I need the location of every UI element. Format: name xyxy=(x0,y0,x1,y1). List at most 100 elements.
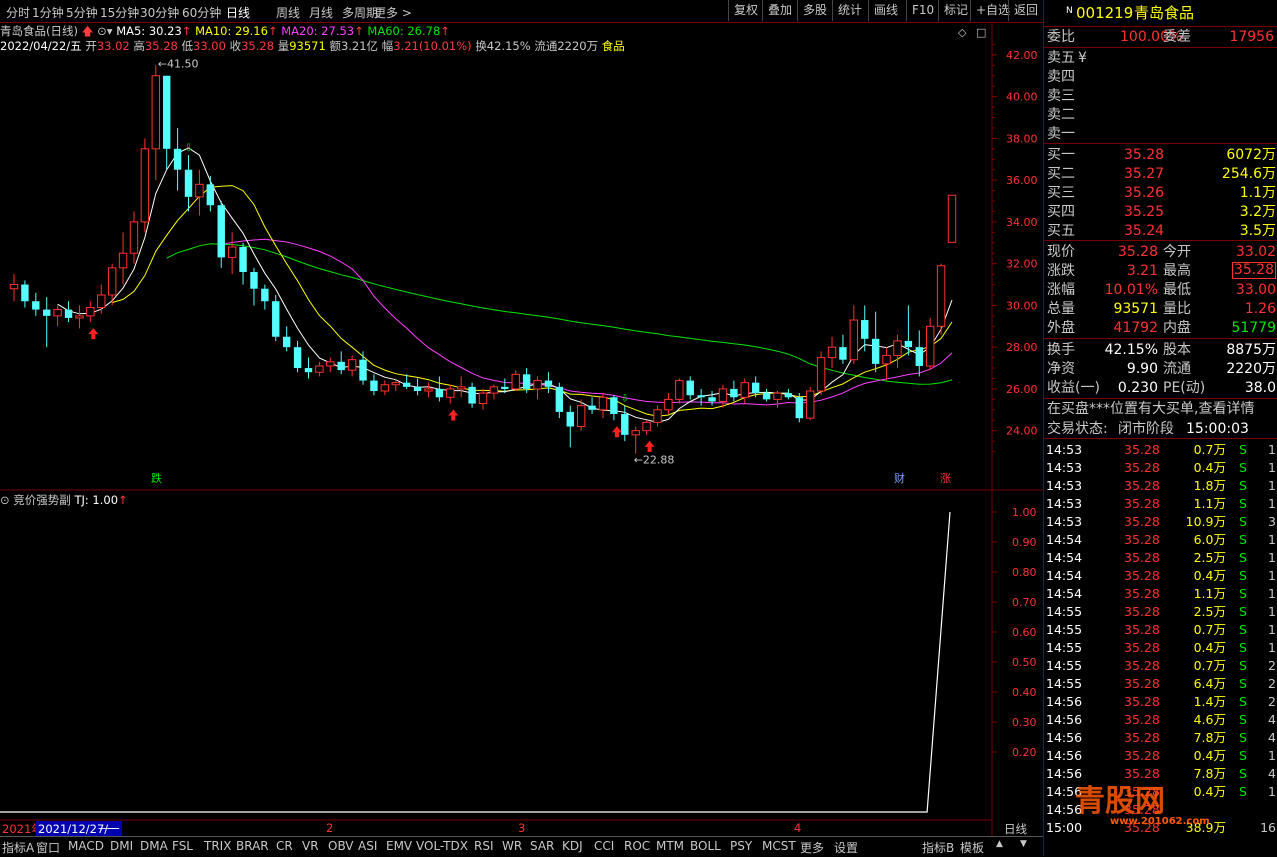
buy-level-row[interactable]: 买一 35.28 6072万 xyxy=(1046,146,1276,164)
candle[interactable] xyxy=(947,194,957,243)
toolbar-button-1[interactable]: 叠加 xyxy=(762,0,797,21)
toolbar-button-0[interactable]: 复权 xyxy=(728,0,763,21)
indicator-tab-4[interactable]: DMA xyxy=(140,839,168,853)
indicator-tab-9[interactable]: VR xyxy=(302,839,319,853)
indicator-tab-5[interactable]: FSL xyxy=(172,839,193,853)
indicator-tab-6[interactable]: TRIX xyxy=(204,839,231,853)
candle[interactable] xyxy=(718,384,728,408)
toolbar-button-6[interactable]: 标记 xyxy=(938,0,973,21)
period-tab-5[interactable]: 60分钟 xyxy=(182,4,221,21)
candle[interactable] xyxy=(250,267,258,306)
period-tab-8[interactable]: 月线 xyxy=(309,4,333,21)
candle[interactable] xyxy=(97,284,106,314)
period-tab-3[interactable]: 15分钟 xyxy=(100,4,139,21)
period-tab-2[interactable]: 5分钟 xyxy=(66,4,98,21)
candle[interactable] xyxy=(697,388,705,406)
toolbar-button-3[interactable]: 统计 xyxy=(832,0,867,21)
candle[interactable] xyxy=(664,393,673,414)
stock-code[interactable]: 001219 xyxy=(1076,4,1133,22)
kline-chart[interactable]: 42.00 40.00 38.00 36.00 34.00 32.00 30.00 28.00… xyxy=(0,22,1043,836)
buy-level-row[interactable]: 买二 35.27 254.6万 xyxy=(1046,165,1276,183)
candle[interactable] xyxy=(925,317,935,371)
indicator-tab-25[interactable]: 设置 xyxy=(834,839,858,856)
indicator-menu-icon[interactable]: ⊙ xyxy=(0,493,10,507)
candle[interactable] xyxy=(272,294,280,341)
candle[interactable] xyxy=(610,395,618,421)
scroll-up-icon[interactable]: ▲ xyxy=(996,839,1003,849)
candle[interactable] xyxy=(424,382,433,398)
candle[interactable] xyxy=(129,211,139,264)
period-tab-1[interactable]: 1分钟 xyxy=(32,4,64,21)
candle[interactable] xyxy=(806,386,815,421)
indicator-tab-2[interactable]: MACD xyxy=(68,839,104,853)
candle[interactable] xyxy=(184,155,193,212)
candle[interactable] xyxy=(326,357,335,373)
indicator-tab-22[interactable]: PSY xyxy=(730,839,752,853)
candle[interactable] xyxy=(359,351,367,385)
candle[interactable] xyxy=(588,397,596,414)
candle[interactable] xyxy=(784,388,793,400)
candle[interactable] xyxy=(621,405,629,442)
toolbar-button-2[interactable]: 多股 xyxy=(797,0,832,21)
toolbar-button-4[interactable]: 画线 xyxy=(868,0,903,21)
toolbar-button-8[interactable]: 返回 xyxy=(1008,0,1043,21)
candle[interactable] xyxy=(293,340,302,373)
candle[interactable] xyxy=(555,382,564,419)
candle[interactable] xyxy=(86,301,95,323)
big-order-notice[interactable]: 在买盘***位置有大买单,查看详情 xyxy=(1046,400,1276,418)
candle[interactable] xyxy=(173,127,182,191)
candle[interactable] xyxy=(686,376,694,400)
candle[interactable] xyxy=(631,426,640,454)
candle[interactable] xyxy=(227,232,237,275)
candle[interactable] xyxy=(478,388,488,410)
candle[interactable] xyxy=(435,376,444,402)
candle[interactable] xyxy=(544,372,553,394)
candle[interactable] xyxy=(730,380,738,402)
candle[interactable] xyxy=(936,263,946,335)
indicator-tab-13[interactable]: VOL-TDX xyxy=(416,839,468,853)
candle[interactable] xyxy=(195,169,204,216)
candle[interactable] xyxy=(9,274,19,302)
indicator-tab-16[interactable]: SAR xyxy=(530,839,554,853)
candle[interactable] xyxy=(740,378,749,404)
candle[interactable] xyxy=(871,311,880,373)
candle[interactable] xyxy=(708,391,716,406)
candle[interactable] xyxy=(21,280,29,308)
candle[interactable] xyxy=(107,263,117,306)
tag-zhang[interactable]: 涨 xyxy=(940,472,951,485)
candle[interactable] xyxy=(43,297,51,348)
indicator-tab-23[interactable]: MCST xyxy=(762,839,796,853)
candle[interactable] xyxy=(64,301,73,323)
buy-level-row[interactable]: 买五 35.24 3.5万 xyxy=(1046,222,1276,240)
candle[interactable] xyxy=(206,175,215,212)
candle[interactable] xyxy=(511,370,520,392)
indicator-tab-15[interactable]: WR xyxy=(502,839,522,853)
candle[interactable] xyxy=(816,351,826,396)
candle[interactable] xyxy=(380,380,390,396)
stock-name[interactable]: 青岛食品 xyxy=(1134,4,1194,22)
candle[interactable] xyxy=(642,420,651,435)
candle[interactable] xyxy=(653,405,662,427)
period-tab-6[interactable]: 日线 xyxy=(226,4,250,21)
scroll-down-icon[interactable]: ▼ xyxy=(1020,839,1027,849)
indicator-tab-8[interactable]: CR xyxy=(276,839,293,853)
indicator-tab-19[interactable]: ROC xyxy=(624,839,650,853)
indicator-tab-0[interactable]: 指标A xyxy=(2,839,34,856)
candle[interactable] xyxy=(827,336,837,369)
candle[interactable] xyxy=(489,384,499,400)
indicator-name[interactable]: 竞价强势副 xyxy=(13,493,71,507)
tag-cai[interactable]: 财 xyxy=(894,471,905,485)
diamond-icon[interactable]: ◇ xyxy=(958,26,967,39)
period-tab-4[interactable]: 30分钟 xyxy=(140,4,179,21)
toolbar-button-5[interactable]: F10 xyxy=(906,0,939,21)
candle[interactable] xyxy=(795,393,804,423)
period-tab-7[interactable]: 周线 xyxy=(276,4,300,21)
period-tab-9[interactable]: 多周期 xyxy=(342,4,378,21)
candle[interactable] xyxy=(413,378,422,396)
candle[interactable] xyxy=(75,305,84,329)
candle[interactable] xyxy=(533,376,542,400)
period-tab-10[interactable]: 更多 > xyxy=(374,4,412,21)
indicator-tab-10[interactable]: OBV xyxy=(328,839,354,853)
candle[interactable] xyxy=(893,334,902,369)
candle[interactable] xyxy=(151,65,160,181)
